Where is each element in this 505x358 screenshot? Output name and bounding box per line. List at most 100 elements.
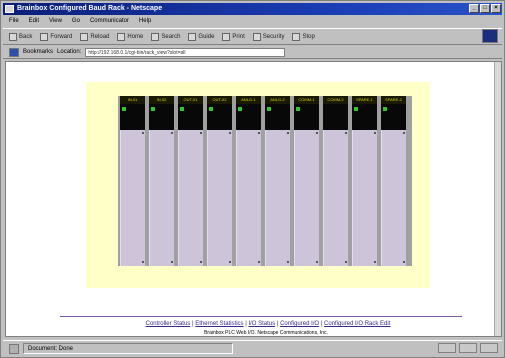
navigation-toolbar: Back Forward Reload Home Search Guide Pr… (3, 28, 502, 45)
composer-icon[interactable] (480, 343, 498, 353)
reload-button[interactable]: Reload (80, 32, 109, 41)
slot-module-body (265, 130, 290, 266)
print-icon (222, 32, 231, 41)
component-bar-icon[interactable] (438, 343, 456, 353)
security-status-icon[interactable] (9, 343, 19, 354)
back-icon (9, 32, 17, 41)
stop-icon (292, 32, 301, 41)
menu-go[interactable]: Go (72, 16, 80, 26)
slot-label: IN-02 (149, 96, 174, 104)
slot-pin-icon (171, 132, 173, 134)
lock-icon (252, 32, 261, 41)
bookmarks-icon[interactable] (9, 48, 19, 57)
status-led-icon (354, 107, 358, 111)
slot-module-body (120, 130, 145, 266)
slot-pin-icon (374, 261, 376, 263)
stop-button[interactable]: Stop (292, 32, 315, 41)
status-led-icon (209, 107, 213, 111)
slot-status-area (323, 104, 348, 130)
slot-pin-icon (200, 261, 202, 263)
status-led-icon (151, 107, 155, 111)
forward-button[interactable]: Forward (40, 32, 72, 41)
link-configured-io[interactable]: Configured I/O (280, 321, 319, 327)
slot-label: IN-01 (120, 96, 145, 104)
slot-module-body (294, 130, 319, 266)
link-controller-status[interactable]: Controller Status (146, 321, 191, 327)
guide-button[interactable]: Guide (188, 32, 214, 41)
slot-label: SPARE-1 (352, 96, 377, 104)
menu-edit[interactable]: Edit (29, 16, 39, 26)
mail-icon[interactable] (459, 343, 477, 353)
security-button[interactable]: Security (252, 32, 284, 41)
slot-pin-icon (316, 261, 318, 263)
rack-slot[interactable]: COMM-1 (294, 96, 321, 266)
status-led-icon (238, 107, 242, 111)
rack-slot[interactable]: IN-02 (149, 96, 176, 266)
maximize-button[interactable]: □ (480, 4, 490, 13)
netscape-logo-icon (482, 29, 498, 43)
footer-copyright: Brainbox PLC Web I/O. Netscape Communica… (204, 330, 328, 336)
slot-pin-icon (403, 261, 405, 263)
slot-module-body (149, 130, 174, 266)
menu-communicator[interactable]: Communicator (90, 16, 129, 26)
slot-pin-icon (287, 132, 289, 134)
status-led-icon (122, 107, 126, 111)
rack-slot[interactable]: SPARE-2 (381, 96, 408, 266)
rack-slot[interactable]: IN-01 (120, 96, 147, 266)
menu-view[interactable]: View (49, 16, 62, 26)
slot-label: OUT-02 (207, 96, 232, 104)
slot-module-body (178, 130, 203, 266)
slot-module-body (323, 130, 348, 266)
title-bar: Brainbox Configured Baud Rack - Netscape… (3, 3, 502, 15)
location-bar: Bookmarks Location: http://192.168.0.1/c… (3, 46, 502, 59)
slot-pin-icon (374, 132, 376, 134)
slot-label: COMM-2 (323, 96, 348, 104)
menu-file[interactable]: File (9, 16, 19, 26)
footer-divider (60, 316, 462, 317)
rack-slot[interactable]: OUT-01 (178, 96, 205, 266)
slot-label: ANLG-1 (236, 96, 261, 104)
close-button[interactable]: × (491, 4, 501, 13)
slot-label: COMM-1 (294, 96, 319, 104)
footer-links: Controller Status | Ethernet Statistics … (145, 321, 391, 327)
home-button[interactable]: Home (117, 32, 143, 41)
slot-pin-icon (229, 132, 231, 134)
slot-pin-icon (345, 132, 347, 134)
slot-pin-icon (258, 132, 260, 134)
minimize-button[interactable]: _ (469, 4, 479, 13)
vertical-scrollbar[interactable] (494, 62, 501, 336)
slot-pin-icon (345, 261, 347, 263)
bookmarks-label[interactable]: Bookmarks (23, 49, 53, 55)
reload-icon (80, 32, 89, 41)
link-io-status[interactable]: I/O Status (248, 321, 275, 327)
link-ethernet-statistics[interactable]: Ethernet Statistics (195, 321, 243, 327)
forward-icon (40, 32, 49, 41)
slot-pin-icon (403, 132, 405, 134)
status-bar: Document: Done (3, 340, 502, 356)
print-button[interactable]: Print (222, 32, 245, 41)
rack-slot[interactable]: OUT-02 (207, 96, 234, 266)
slot-module-body (236, 130, 261, 266)
status-led-icon (180, 107, 184, 111)
rack-slot[interactable]: COMM-2 (323, 96, 350, 266)
guide-icon (188, 32, 197, 41)
slot-module-body (381, 130, 406, 266)
slot-module-body (207, 130, 232, 266)
slot-pin-icon (142, 261, 144, 263)
rack-panel: IN-01 IN-02 OUT-01 OUT-02 ANLG-1 ANLG-2 COMM-1… (86, 82, 430, 288)
location-label: Location: (57, 49, 82, 55)
slot-pin-icon (171, 261, 173, 263)
status-led-icon (383, 107, 387, 111)
rack-slot[interactable]: SPARE-1 (352, 96, 379, 266)
link-configured-io-rack-edit[interactable]: Configured I/O Rack Edit (324, 321, 390, 327)
menu-help[interactable]: Help (139, 16, 151, 26)
url-input[interactable]: http://192.168.0.1/cgi-bin/rack_view?slo… (85, 47, 286, 57)
search-button[interactable]: Search (151, 32, 180, 41)
rack-slot[interactable]: ANLG-1 (236, 96, 263, 266)
window-title: Brainbox Configured Baud Rack - Netscape (17, 5, 163, 12)
app-icon (5, 5, 14, 13)
back-button[interactable]: Back (9, 32, 32, 41)
rack-slot[interactable]: ANLG-2 (265, 96, 292, 266)
slot-label: OUT-01 (178, 96, 203, 104)
page-content: IN-01 IN-02 OUT-01 OUT-02 ANLG-1 ANLG-2 COMM-1… (5, 61, 502, 337)
